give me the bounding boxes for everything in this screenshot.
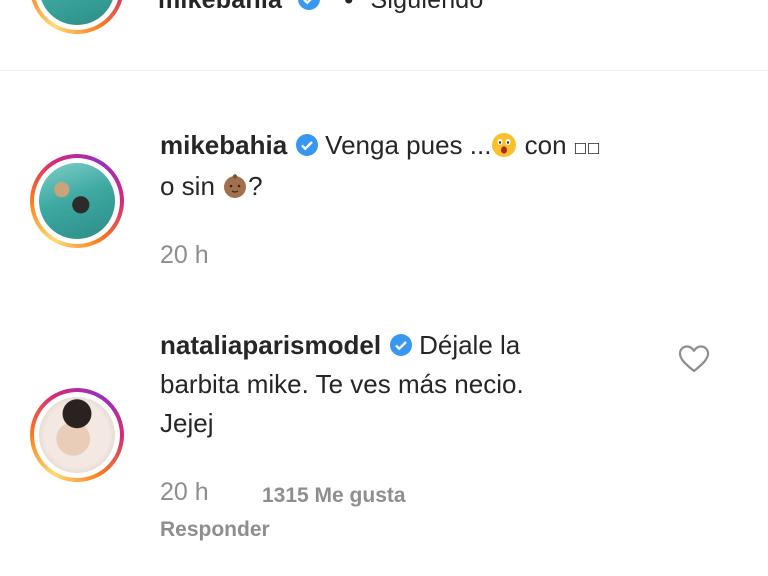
reply-button[interactable]: Responder	[160, 518, 270, 542]
verified-badge-icon	[296, 134, 319, 156]
comment-time[interactable]: 20 h	[160, 241, 209, 270]
header-username[interactable]: mikebahia	[158, 0, 282, 14]
comment-text-continued: con	[517, 130, 574, 160]
comment-username[interactable]: mikebahia	[160, 130, 287, 160]
verified-badge-icon	[390, 334, 413, 356]
missing-glyph-icon: ☐☐	[573, 135, 601, 160]
header-separator: •	[344, 0, 354, 14]
comment-avatar	[39, 163, 115, 239]
verified-badge-icon	[298, 0, 321, 10]
comment-time[interactable]: 20 h	[160, 478, 209, 507]
baby-emoji	[224, 174, 247, 198]
comment-avatar-ring[interactable]	[30, 154, 124, 248]
comment-likes[interactable]: 1315 Me gusta	[262, 484, 406, 508]
following-button[interactable]: Siguiendo	[371, 0, 484, 14]
comment-text: Venga pues ...	[325, 130, 492, 160]
header-username-line: mikebahia • Siguiendo	[158, 0, 484, 15]
heart-icon[interactable]	[678, 344, 710, 374]
comment-avatar-ring[interactable]	[30, 388, 124, 482]
header-avatar-ring[interactable]	[30, 0, 124, 34]
comment-text-line3: Jejej	[160, 408, 214, 438]
post-header: mikebahia • Siguiendo	[0, 0, 768, 71]
comment-avatar	[39, 397, 115, 473]
comment-text-end: ?	[248, 171, 263, 201]
comment-text-line2: o sin	[160, 171, 223, 201]
comment-text: Déjale la	[419, 330, 521, 360]
comment-text-line2: barbita mike. Te ves más necio.	[160, 369, 524, 399]
comment-username[interactable]: nataliaparismodel	[160, 330, 381, 360]
astonished-face-emoji	[492, 133, 517, 157]
